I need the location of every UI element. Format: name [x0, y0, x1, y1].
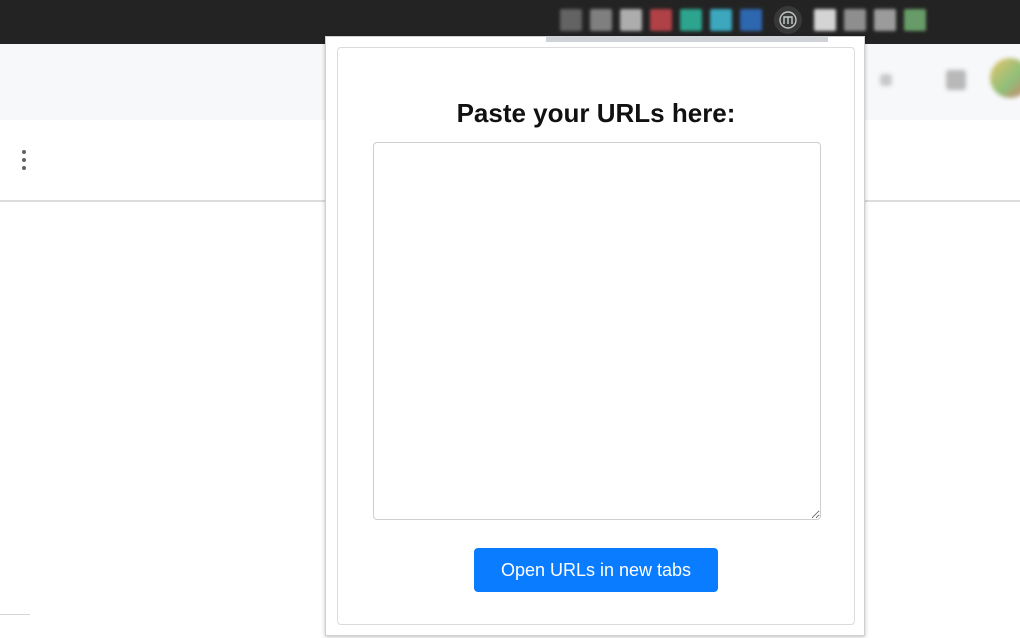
divider [0, 614, 30, 615]
open-urls-button[interactable]: Open URLs in new tabs [474, 548, 718, 592]
kebab-dot [22, 158, 26, 162]
browser-window: Paste your URLs here: Open URLs in new t… [0, 0, 1020, 638]
extension-icon-9[interactable] [844, 9, 866, 31]
extension-icon-5[interactable] [680, 9, 702, 31]
kebab-menu-icon[interactable] [16, 148, 32, 172]
extension-icon-10[interactable] [874, 9, 896, 31]
blurred-header-icon[interactable] [946, 70, 966, 90]
extension-icon-3[interactable] [620, 9, 642, 31]
extension-icons-area [560, 4, 934, 36]
popup-anchor-strip [546, 36, 828, 42]
url-opener-extension-icon-glyph [779, 11, 797, 29]
extension-icon-7[interactable] [740, 9, 762, 31]
extension-icon-6[interactable] [710, 9, 732, 31]
extension-icon-8[interactable] [814, 9, 836, 31]
extension-popup: Paste your URLs here: Open URLs in new t… [325, 36, 865, 636]
extension-icon-1[interactable] [560, 9, 582, 31]
popup-title: Paste your URLs here: [456, 98, 736, 128]
blurred-header-text [880, 74, 892, 86]
url-opener-extension-icon[interactable] [774, 6, 802, 34]
url-input-textarea[interactable] [373, 142, 821, 520]
extension-icon-11[interactable] [904, 9, 926, 31]
extension-icon-4[interactable] [650, 9, 672, 31]
extension-icon-2[interactable] [590, 9, 612, 31]
kebab-dot [22, 166, 26, 170]
kebab-dot [22, 150, 26, 154]
popup-content-frame: Paste your URLs here: Open URLs in new t… [337, 47, 855, 625]
